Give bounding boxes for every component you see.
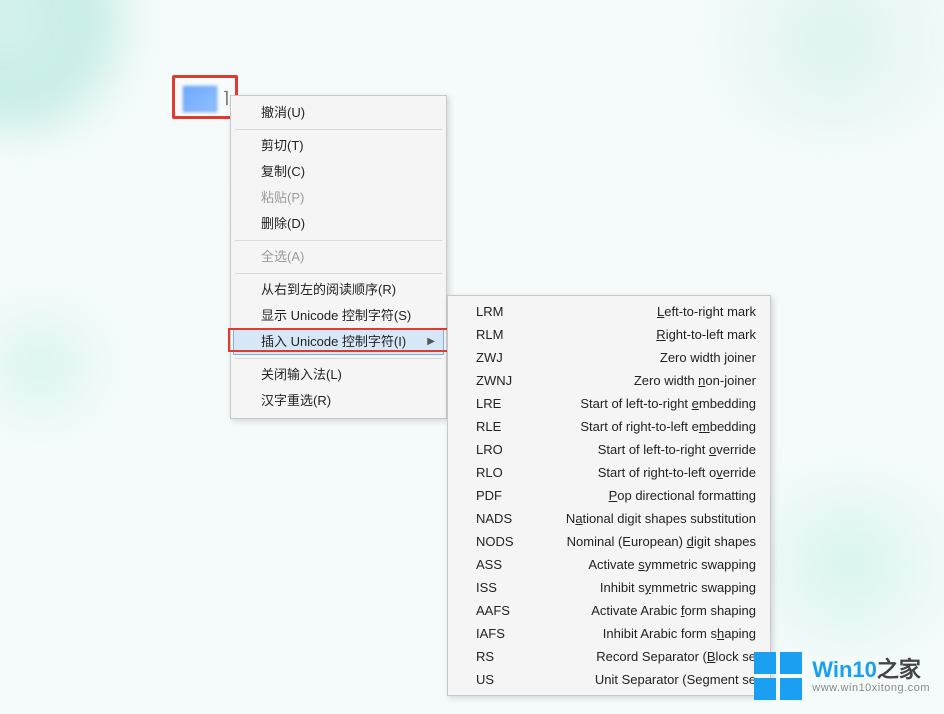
- context-menu: 撤消(U) 剪切(T)复制(C)粘贴(P)删除(D) 全选(A) 从右到左的阅读顺序(…: [230, 95, 447, 419]
- watercolor-blob: [684, 0, 944, 140]
- watercolor-blob: [0, 300, 120, 430]
- menu-item[interactable]: 复制(C): [233, 159, 444, 185]
- submenu-abbr: US: [476, 671, 532, 688]
- submenu-desc: Start of left-to-right embedding: [532, 395, 756, 412]
- submenu-desc: Left-to-right mark: [532, 303, 756, 320]
- submenu-desc: Zero width non-joiner: [532, 372, 756, 389]
- menu-item: 全选(A): [233, 244, 444, 270]
- submenu-item[interactable]: ZWJZero width joiner: [450, 346, 768, 369]
- watermark-logo: Win10之家 www.win10xitong.com: [754, 652, 930, 700]
- submenu-item[interactable]: RLMRight-to-left mark: [450, 323, 768, 346]
- submenu-desc: Zero width joiner: [532, 349, 756, 366]
- submenu-abbr: PDF: [476, 487, 532, 504]
- submenu-item[interactable]: LRMLeft-to-right mark: [450, 300, 768, 323]
- submenu-item[interactable]: AAFSActivate Arabic form shaping: [450, 599, 768, 622]
- menu-item[interactable]: 汉字重选(R): [233, 388, 444, 414]
- submenu-abbr: LRO: [476, 441, 532, 458]
- submenu-desc: Start of right-to-left override: [532, 464, 756, 481]
- submenu-abbr: LRE: [476, 395, 532, 412]
- submenu-abbr: NADS: [476, 510, 532, 527]
- menu-item: 粘贴(P): [233, 185, 444, 211]
- menu-separator: [235, 358, 442, 359]
- submenu-item[interactable]: ASSActivate symmetric swapping: [450, 553, 768, 576]
- submenu-abbr: NODS: [476, 533, 532, 550]
- menu-item[interactable]: 插入 Unicode 控制字符(I)▶: [233, 329, 444, 355]
- file-thumbnail: [183, 86, 217, 112]
- submenu-desc: Record Separator (Block se: [532, 648, 756, 665]
- windows-logo-icon: [754, 652, 802, 700]
- submenu-item[interactable]: NODSNominal (European) digit shapes: [450, 530, 768, 553]
- menu-item[interactable]: 关闭输入法(L): [233, 362, 444, 388]
- submenu-item[interactable]: PDFPop directional formatting: [450, 484, 768, 507]
- submenu-abbr: IAFS: [476, 625, 532, 642]
- submenu-desc: Pop directional formatting: [532, 487, 756, 504]
- brand-url: www.win10xitong.com: [812, 682, 930, 695]
- watercolor-blob: [0, 0, 150, 140]
- submenu-abbr: RLM: [476, 326, 532, 343]
- menu-separator: [235, 240, 442, 241]
- rename-caret: ⌉: [223, 88, 229, 108]
- submenu-item[interactable]: RLEStart of right-to-left embedding: [450, 415, 768, 438]
- submenu-desc: National digit shapes substitution: [532, 510, 756, 527]
- submenu-abbr: LRM: [476, 303, 532, 320]
- menu-separator: [235, 129, 442, 130]
- submenu-arrow-icon: ▶: [427, 333, 435, 351]
- brand-title: Win10之家: [812, 657, 930, 682]
- submenu-item[interactable]: ISSInhibit symmetric swapping: [450, 576, 768, 599]
- menu-item[interactable]: 从右到左的阅读顺序(R): [233, 277, 444, 303]
- submenu-abbr: ISS: [476, 579, 532, 596]
- submenu-item[interactable]: NADSNational digit shapes substitution: [450, 507, 768, 530]
- submenu-desc: Right-to-left mark: [532, 326, 756, 343]
- submenu-abbr: RLE: [476, 418, 532, 435]
- submenu-abbr: ZWJ: [476, 349, 532, 366]
- submenu-abbr: AAFS: [476, 602, 532, 619]
- submenu-desc: Start of right-to-left embedding: [532, 418, 756, 435]
- submenu-desc: Inhibit symmetric swapping: [532, 579, 756, 596]
- submenu-abbr: RLO: [476, 464, 532, 481]
- submenu-abbr: ASS: [476, 556, 532, 573]
- submenu-item[interactable]: ZWNJZero width non-joiner: [450, 369, 768, 392]
- submenu-abbr: RS: [476, 648, 532, 665]
- menu-item[interactable]: 删除(D): [233, 211, 444, 237]
- submenu-item[interactable]: USUnit Separator (Segment se: [450, 668, 768, 691]
- submenu-desc: Start of left-to-right override: [532, 441, 756, 458]
- submenu-item[interactable]: RSRecord Separator (Block se: [450, 645, 768, 668]
- menu-item[interactable]: 剪切(T): [233, 133, 444, 159]
- menu-separator: [235, 273, 442, 274]
- menu-item[interactable]: 显示 Unicode 控制字符(S): [233, 303, 444, 329]
- submenu-desc: Nominal (European) digit shapes: [532, 533, 756, 550]
- unicode-submenu: LRMLeft-to-right markRLMRight-to-left ma…: [447, 295, 771, 696]
- menu-item[interactable]: 撤消(U): [233, 100, 444, 126]
- desktop-icon-rename[interactable]: ⌉: [172, 75, 238, 119]
- submenu-item[interactable]: LREStart of left-to-right embedding: [450, 392, 768, 415]
- submenu-desc: Activate Arabic form shaping: [532, 602, 756, 619]
- submenu-desc: Activate symmetric swapping: [532, 556, 756, 573]
- submenu-desc: Unit Separator (Segment se: [532, 671, 756, 688]
- submenu-item[interactable]: RLOStart of right-to-left override: [450, 461, 768, 484]
- submenu-abbr: ZWNJ: [476, 372, 532, 389]
- submenu-desc: Inhibit Arabic form shaping: [532, 625, 756, 642]
- submenu-item[interactable]: LROStart of left-to-right override: [450, 438, 768, 461]
- submenu-item[interactable]: IAFSInhibit Arabic form shaping: [450, 622, 768, 645]
